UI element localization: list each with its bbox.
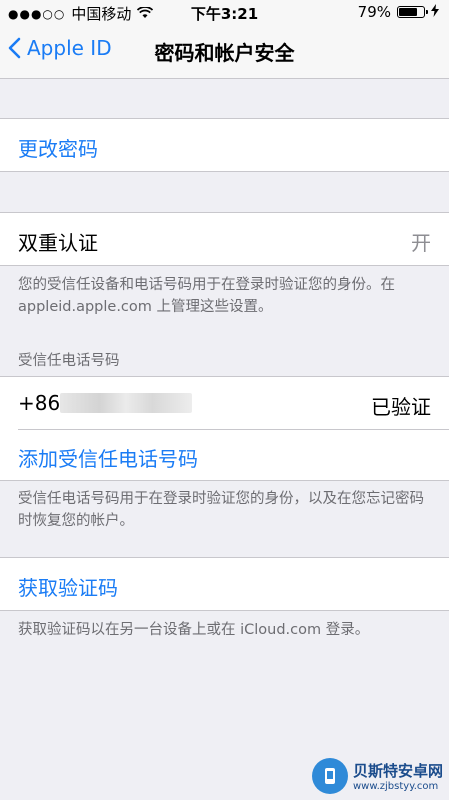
battery-icon xyxy=(397,6,428,18)
trusted-phone-footer: 受信任电话号码用于在登录时验证您的身份，以及在您忘记密码时恢复您的帐户。 xyxy=(18,491,424,529)
battery-percent: 79% xyxy=(357,3,391,21)
phone-verified-status: 已验证 xyxy=(371,395,431,419)
verification-footer: 获取验证码以在另一台设备上或在 iCloud.com 登录。 xyxy=(18,622,370,638)
add-trusted-phone-button[interactable]: 添加受信任电话号码 xyxy=(0,430,449,482)
navigation-bar: Apple ID 密码和帐户安全 xyxy=(0,24,449,79)
two-factor-label: 双重认证 xyxy=(18,231,98,255)
add-trusted-phone-label: 添加受信任电话号码 xyxy=(18,447,198,471)
get-verification-code-label: 获取验证码 xyxy=(18,576,118,600)
watermark: 贝斯特安卓网 www.zjbstyy.com xyxy=(311,758,443,794)
change-password-label: 更改密码 xyxy=(18,137,98,161)
phone-number-prefix: +86 xyxy=(18,391,61,415)
status-right: 79% xyxy=(358,3,439,21)
trusted-phone-header: 受信任电话号码 xyxy=(18,353,120,369)
charging-icon xyxy=(431,3,439,21)
trusted-phone-group: +86 已验证 添加受信任电话号码 xyxy=(0,376,449,481)
watermark-logo-icon xyxy=(311,758,348,794)
change-password-row[interactable]: 更改密码 xyxy=(0,118,449,172)
blurred-phone-number xyxy=(60,393,192,413)
page-title: 密码和帐户安全 xyxy=(154,41,295,65)
two-factor-row[interactable]: 双重认证 开 xyxy=(0,212,449,266)
two-factor-footer: 您的受信任设备和电话号码用于在登录时验证您的身份。在 appleid.apple… xyxy=(18,277,395,315)
battery-fill xyxy=(399,8,417,16)
trusted-phone-row[interactable]: +86 已验证 xyxy=(0,377,449,429)
get-verification-code-row[interactable]: 获取验证码 xyxy=(0,557,449,611)
status-bar: ●●●○○ 中国移动 下午3:21 79% xyxy=(0,0,449,24)
watermark-url: www.zjbstyy.com xyxy=(352,781,439,792)
watermark-name: 贝斯特安卓网 xyxy=(352,762,443,780)
two-factor-status: 开 xyxy=(411,231,431,255)
watermark-text: 贝斯特安卓网 www.zjbstyy.com xyxy=(353,760,443,792)
